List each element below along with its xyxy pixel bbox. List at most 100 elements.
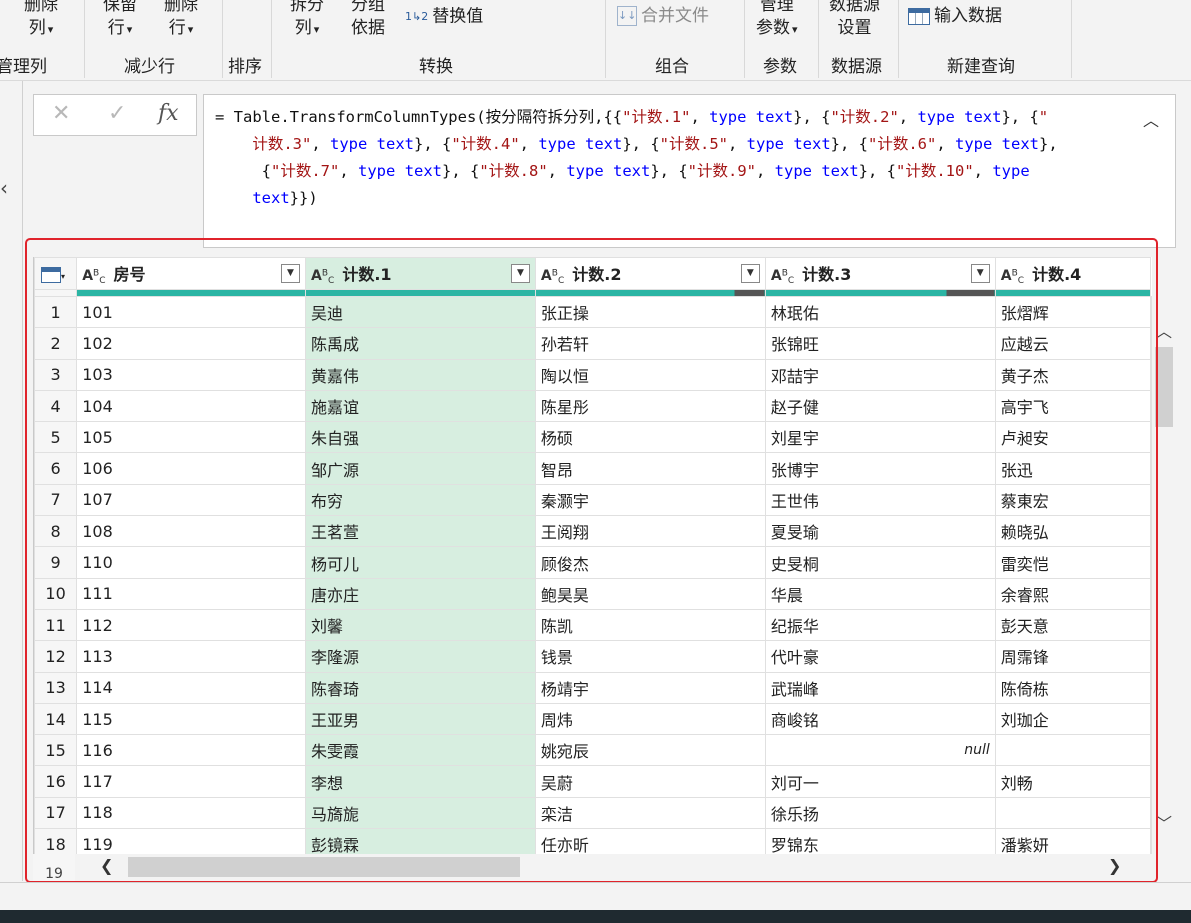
- table-cell[interactable]: 邹广源: [305, 452, 536, 485]
- table-cell[interactable]: 周霈锋: [994, 640, 1152, 673]
- merge-files-button[interactable]: ↓↓ 合并文件: [617, 5, 709, 28]
- table-cell[interactable]: 华晨: [764, 577, 996, 610]
- table-cell[interactable]: 应越云: [994, 327, 1152, 360]
- group-by-button[interactable]: 分组 依据: [351, 0, 385, 40]
- table-cell[interactable]: 张博宇: [764, 452, 996, 485]
- text-type-icon[interactable]: ABC: [771, 268, 794, 286]
- row-number[interactable]: 12: [34, 640, 78, 673]
- table-cell[interactable]: 111: [76, 577, 306, 610]
- row-number[interactable]: 14: [34, 702, 78, 736]
- text-type-icon[interactable]: ABC: [82, 268, 105, 286]
- table-cell[interactable]: 姚宛辰: [534, 734, 766, 767]
- table-cell[interactable]: 119: [76, 828, 306, 854]
- row-number[interactable]: 3: [34, 358, 78, 391]
- table-cell[interactable]: 刘可一: [764, 765, 996, 798]
- table-cell[interactable]: 陈凯: [534, 608, 766, 642]
- row-number[interactable]: 10: [34, 577, 78, 610]
- table-cell[interactable]: 107: [76, 483, 306, 517]
- text-type-icon[interactable]: ABC: [1001, 268, 1024, 286]
- table-row[interactable]: 1 101 吴迪 张正操 林珉佑 张熠辉: [34, 295, 1152, 329]
- confirm-icon[interactable]: ✓: [108, 101, 126, 126]
- table-row[interactable]: 13 114 陈睿琦 杨靖宇 武瑞峰 陈倚栋: [34, 671, 1152, 704]
- table-cell[interactable]: [994, 734, 1152, 767]
- table-cell[interactable]: 112: [76, 608, 306, 642]
- fx-icon[interactable]: fx: [158, 101, 179, 126]
- table-row[interactable]: 17 118 马旖旎 栾洁 徐乐扬: [34, 796, 1152, 830]
- table-cell[interactable]: 黄嘉伟: [305, 358, 536, 391]
- table-cell[interactable]: 张正操: [534, 295, 766, 329]
- table-cell[interactable]: 商峻铭: [764, 702, 996, 736]
- table-cell[interactable]: 余睿熙: [994, 577, 1152, 610]
- table-cell[interactable]: 蔡東宏: [994, 483, 1152, 517]
- table-cell[interactable]: [994, 796, 1152, 830]
- table-cell[interactable]: 智昂: [534, 452, 766, 485]
- table-cell[interactable]: 101: [76, 295, 306, 329]
- filter-dropdown-icon[interactable]: ▼: [740, 264, 760, 283]
- table-cell[interactable]: 104: [76, 389, 306, 423]
- datasource-settings-button[interactable]: 数据源 设置: [829, 0, 880, 40]
- delete-rows-button[interactable]: 删除 行: [164, 0, 198, 41]
- filter-dropdown-icon[interactable]: ▼: [281, 264, 300, 283]
- table-cell[interactable]: 朱自强: [305, 421, 536, 454]
- table-cell[interactable]: 马旖旎: [305, 796, 536, 830]
- filter-dropdown-icon[interactable]: ▼: [510, 264, 530, 283]
- column-header-count-4[interactable]: ABC 计数.4: [994, 257, 1152, 290]
- table-cell[interactable]: 吴迪: [305, 295, 536, 329]
- column-header-count-3[interactable]: ABC 计数.3 ▼: [764, 257, 996, 290]
- table-cell[interactable]: 赖晓弘: [994, 515, 1152, 548]
- table-cell[interactable]: 杨可儿: [305, 546, 536, 579]
- table-row[interactable]: 6 106 邹广源 智昂 张博宇 张迅: [34, 452, 1152, 485]
- table-row[interactable]: 15 116 朱雯霞 姚宛辰 null: [34, 734, 1152, 767]
- table-cell[interactable]: 鲍昊昊: [534, 577, 766, 610]
- row-number[interactable]: 8: [34, 515, 78, 548]
- table-menu[interactable]: ▾: [34, 257, 78, 290]
- table-cell[interactable]: 118: [76, 796, 306, 830]
- table-cell[interactable]: 116: [76, 734, 306, 767]
- table-cell[interactable]: 115: [76, 702, 306, 736]
- table-cell[interactable]: 罗锦东: [764, 828, 996, 854]
- collapse-formula-icon[interactable]: ︿: [1143, 107, 1159, 131]
- row-number[interactable]: 16: [34, 765, 78, 798]
- horizontal-scrollbar[interactable]: ❮ ❯: [76, 854, 1151, 881]
- table-cell[interactable]: 李隆源: [305, 640, 536, 673]
- table-cell[interactable]: 卢昶安: [994, 421, 1152, 454]
- column-header-count-2[interactable]: ABC 计数.2 ▼: [534, 257, 766, 290]
- table-cell[interactable]: 张迅: [994, 452, 1152, 485]
- vertical-scrollbar[interactable]: ︿ ﹀: [1152, 310, 1176, 854]
- table-cell[interactable]: 张锦旺: [764, 327, 996, 360]
- table-cell[interactable]: 栾洁: [534, 796, 766, 830]
- row-number[interactable]: 15: [34, 734, 78, 767]
- table-cell[interactable]: 王世伟: [764, 483, 996, 517]
- table-row[interactable]: 16 117 李想 吴蔚 刘可一 刘畅: [34, 765, 1152, 798]
- table-cell[interactable]: 邓喆宇: [764, 358, 996, 391]
- table-cell[interactable]: 施嘉谊: [305, 389, 536, 423]
- table-cell[interactable]: 陈星彤: [534, 389, 766, 423]
- row-number[interactable]: 1: [34, 295, 78, 329]
- expand-queries-pane-icon[interactable]: ‹: [0, 178, 8, 198]
- table-cell[interactable]: 彭天意: [994, 608, 1152, 642]
- manage-parameters-button[interactable]: 管理 参数: [756, 0, 798, 41]
- table-cell[interactable]: 张熠辉: [994, 295, 1152, 329]
- table-cell[interactable]: 黄子杰: [994, 358, 1152, 391]
- row-number[interactable]: 13: [34, 671, 78, 704]
- table-cell[interactable]: 陈睿琦: [305, 671, 536, 704]
- table-cell[interactable]: 陶以恒: [534, 358, 766, 391]
- split-column-button[interactable]: 拆分 列: [290, 0, 324, 41]
- text-type-icon[interactable]: ABC: [311, 268, 334, 286]
- filter-dropdown-icon[interactable]: ▼: [970, 264, 990, 283]
- table-cell[interactable]: 唐亦庄: [305, 577, 536, 610]
- row-number[interactable]: 2: [34, 327, 78, 360]
- table-row[interactable]: 7 107 布穷 秦灏宇 王世伟 蔡東宏: [34, 483, 1152, 517]
- table-cell[interactable]: 刘珈企: [994, 702, 1152, 736]
- table-row[interactable]: 18 119 彭镜霖 任亦昕 罗锦东 潘紫妍: [34, 828, 1152, 854]
- table-cell[interactable]: 武瑞峰: [764, 671, 996, 704]
- cancel-icon[interactable]: ✕: [52, 101, 70, 126]
- table-row[interactable]: 11 112 刘馨 陈凯 纪振华 彭天意: [34, 608, 1152, 642]
- table-cell[interactable]: 夏旻瑜: [764, 515, 996, 548]
- table-row[interactable]: 2 102 陈禹成 孙若轩 张锦旺 应越云: [34, 327, 1152, 360]
- enter-data-button[interactable]: 输入数据: [908, 5, 1002, 28]
- table-cell[interactable]: 钱景: [534, 640, 766, 673]
- table-row[interactable]: 9 110 杨可儿 顾俊杰 史旻桐 雷奕恺: [34, 546, 1152, 579]
- scroll-down-icon[interactable]: ﹀: [1156, 810, 1172, 834]
- table-row[interactable]: 12 113 李隆源 钱景 代叶豪 周霈锋: [34, 640, 1152, 673]
